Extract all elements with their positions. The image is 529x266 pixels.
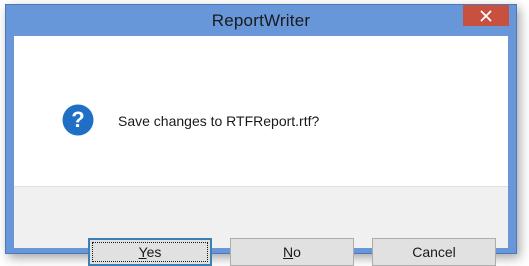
question-glyph: ?	[71, 107, 84, 132]
close-button[interactable]	[463, 5, 509, 26]
dialog-body: ? Save changes to RTFReport.rtf? Yes No …	[14, 36, 508, 266]
no-button-label: No	[283, 244, 301, 260]
dialog-message: Save changes to RTFReport.rtf?	[118, 113, 320, 129]
yes-button[interactable]: Yes	[88, 238, 212, 266]
dialog-window: ReportWriter ? Save changes to RTFReport…	[5, 4, 517, 266]
window-title: ReportWriter	[211, 11, 311, 30]
close-icon	[480, 10, 492, 21]
cancel-button-label: Cancel	[412, 244, 456, 260]
no-button[interactable]: No	[230, 238, 354, 266]
message-area: ? Save changes to RTFReport.rtf?	[14, 36, 508, 186]
button-bar: Yes No Cancel	[14, 186, 508, 266]
question-icon: ?	[62, 104, 94, 136]
cancel-button[interactable]: Cancel	[372, 238, 496, 266]
focus-rectangle	[92, 242, 208, 262]
title-bar[interactable]: ReportWriter	[6, 5, 516, 36]
